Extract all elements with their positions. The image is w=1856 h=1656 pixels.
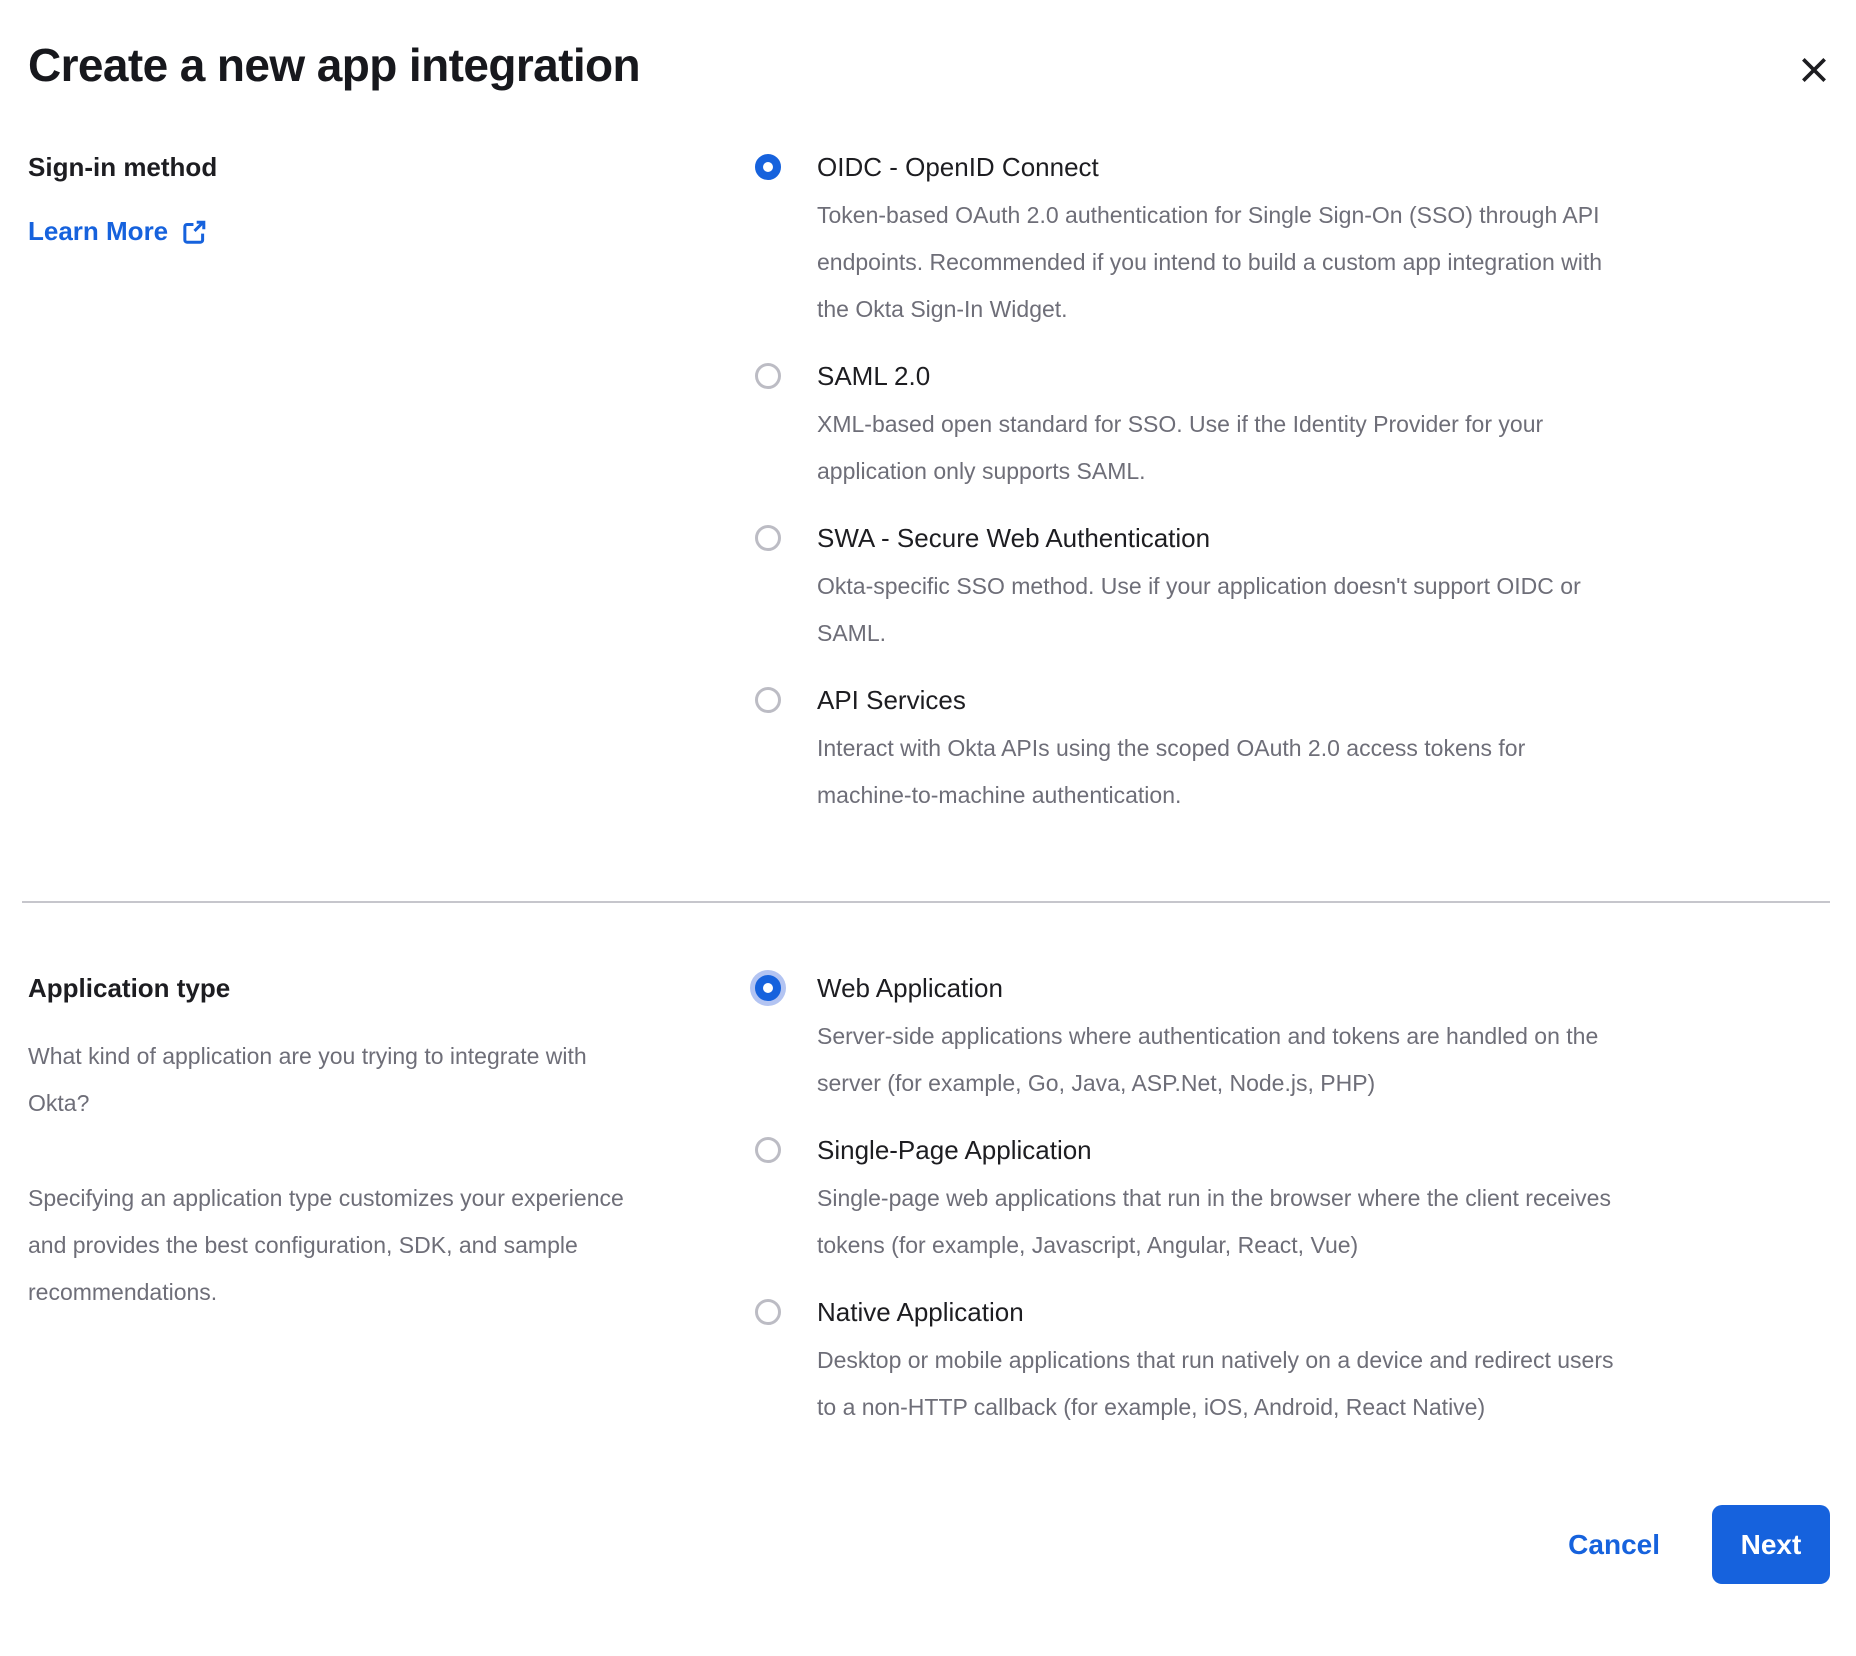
radio-option-single-page-application[interactable]: Single-Page Application Single-page web … bbox=[755, 1133, 1830, 1269]
radio-option-label[interactable]: Native Application bbox=[817, 1295, 1617, 1329]
radio-option-description: Single-page web applications that run in… bbox=[817, 1185, 1611, 1258]
dialog-footer: Cancel Next bbox=[0, 1505, 1856, 1584]
close-icon bbox=[1798, 54, 1830, 86]
application-type-description-1: What kind of application are you trying … bbox=[28, 1043, 587, 1116]
radio-option-body: SAML 2.0 XML-based open standard for SSO… bbox=[817, 359, 1617, 495]
radio-option-description: Token-based OAuth 2.0 authentication for… bbox=[817, 202, 1603, 322]
sign-in-method-left-column: Sign-in method Learn More bbox=[28, 150, 755, 819]
radio-option-body: API Services Interact with Okta APIs usi… bbox=[817, 683, 1617, 819]
application-type-options: Web Application Server-side applications… bbox=[755, 971, 1830, 1431]
application-type-label: Application type bbox=[28, 973, 231, 1003]
radio-option-label[interactable]: SWA - Secure Web Authentication bbox=[817, 521, 1617, 555]
application-type-left-column: Application type What kind of applicatio… bbox=[28, 971, 755, 1431]
radio-option-swa[interactable]: SWA - Secure Web Authentication Okta-spe… bbox=[755, 521, 1830, 657]
radio-option-saml[interactable]: SAML 2.0 XML-based open standard for SSO… bbox=[755, 359, 1830, 495]
next-button[interactable]: Next bbox=[1712, 1505, 1830, 1584]
sign-in-method-section: Sign-in method Learn More OIDC - OpenID … bbox=[0, 150, 1856, 819]
radio-option-oidc[interactable]: OIDC - OpenID Connect Token-based OAuth … bbox=[755, 150, 1830, 333]
cancel-button[interactable]: Cancel bbox=[1568, 1529, 1660, 1561]
radio-option-label[interactable]: OIDC - OpenID Connect bbox=[817, 150, 1617, 184]
radio-option-description: Desktop or mobile applications that run … bbox=[817, 1347, 1614, 1420]
radio-option-body: Web Application Server-side applications… bbox=[817, 971, 1617, 1107]
radio-option-label[interactable]: SAML 2.0 bbox=[817, 359, 1617, 393]
radio-button-api-services[interactable] bbox=[755, 687, 781, 713]
application-type-section: Application type What kind of applicatio… bbox=[0, 971, 1856, 1431]
section-divider bbox=[22, 901, 1830, 903]
sign-in-method-label: Sign-in method bbox=[28, 152, 218, 182]
radio-option-native-application[interactable]: Native Application Desktop or mobile app… bbox=[755, 1295, 1830, 1431]
sign-in-method-options: OIDC - OpenID Connect Token-based OAuth … bbox=[755, 150, 1830, 819]
learn-more-label: Learn More bbox=[28, 216, 169, 246]
radio-button-web-application[interactable] bbox=[755, 975, 781, 1001]
radio-option-label[interactable]: Single-Page Application bbox=[817, 1133, 1617, 1167]
dialog-title: Create a new app integration bbox=[28, 39, 641, 91]
close-button[interactable] bbox=[1792, 48, 1836, 92]
radio-option-description: Server-side applications where authentic… bbox=[817, 1023, 1599, 1096]
radio-option-api-services[interactable]: API Services Interact with Okta APIs usi… bbox=[755, 683, 1830, 819]
radio-button-saml[interactable] bbox=[755, 363, 781, 389]
external-link-icon bbox=[180, 218, 208, 246]
radio-option-body: Single-Page Application Single-page web … bbox=[817, 1133, 1617, 1269]
radio-option-body: OIDC - OpenID Connect Token-based OAuth … bbox=[817, 150, 1617, 333]
radio-option-body: SWA - Secure Web Authentication Okta-spe… bbox=[817, 521, 1617, 657]
radio-option-label[interactable]: Web Application bbox=[817, 971, 1617, 1005]
radio-option-description: XML-based open standard for SSO. Use if … bbox=[817, 411, 1544, 484]
application-type-description-2: Specifying an application type customize… bbox=[28, 1185, 624, 1305]
radio-option-label[interactable]: API Services bbox=[817, 683, 1617, 717]
radio-option-web-application[interactable]: Web Application Server-side applications… bbox=[755, 971, 1830, 1107]
radio-button-oidc[interactable] bbox=[755, 154, 781, 180]
radio-option-body: Native Application Desktop or mobile app… bbox=[817, 1295, 1617, 1431]
radio-option-description: Okta-specific SSO method. Use if your ap… bbox=[817, 573, 1581, 646]
radio-option-description: Interact with Okta APIs using the scoped… bbox=[817, 735, 1526, 808]
radio-button-single-page-application[interactable] bbox=[755, 1137, 781, 1163]
radio-button-swa[interactable] bbox=[755, 525, 781, 551]
learn-more-link[interactable]: Learn More bbox=[28, 216, 208, 247]
radio-button-native-application[interactable] bbox=[755, 1299, 781, 1325]
